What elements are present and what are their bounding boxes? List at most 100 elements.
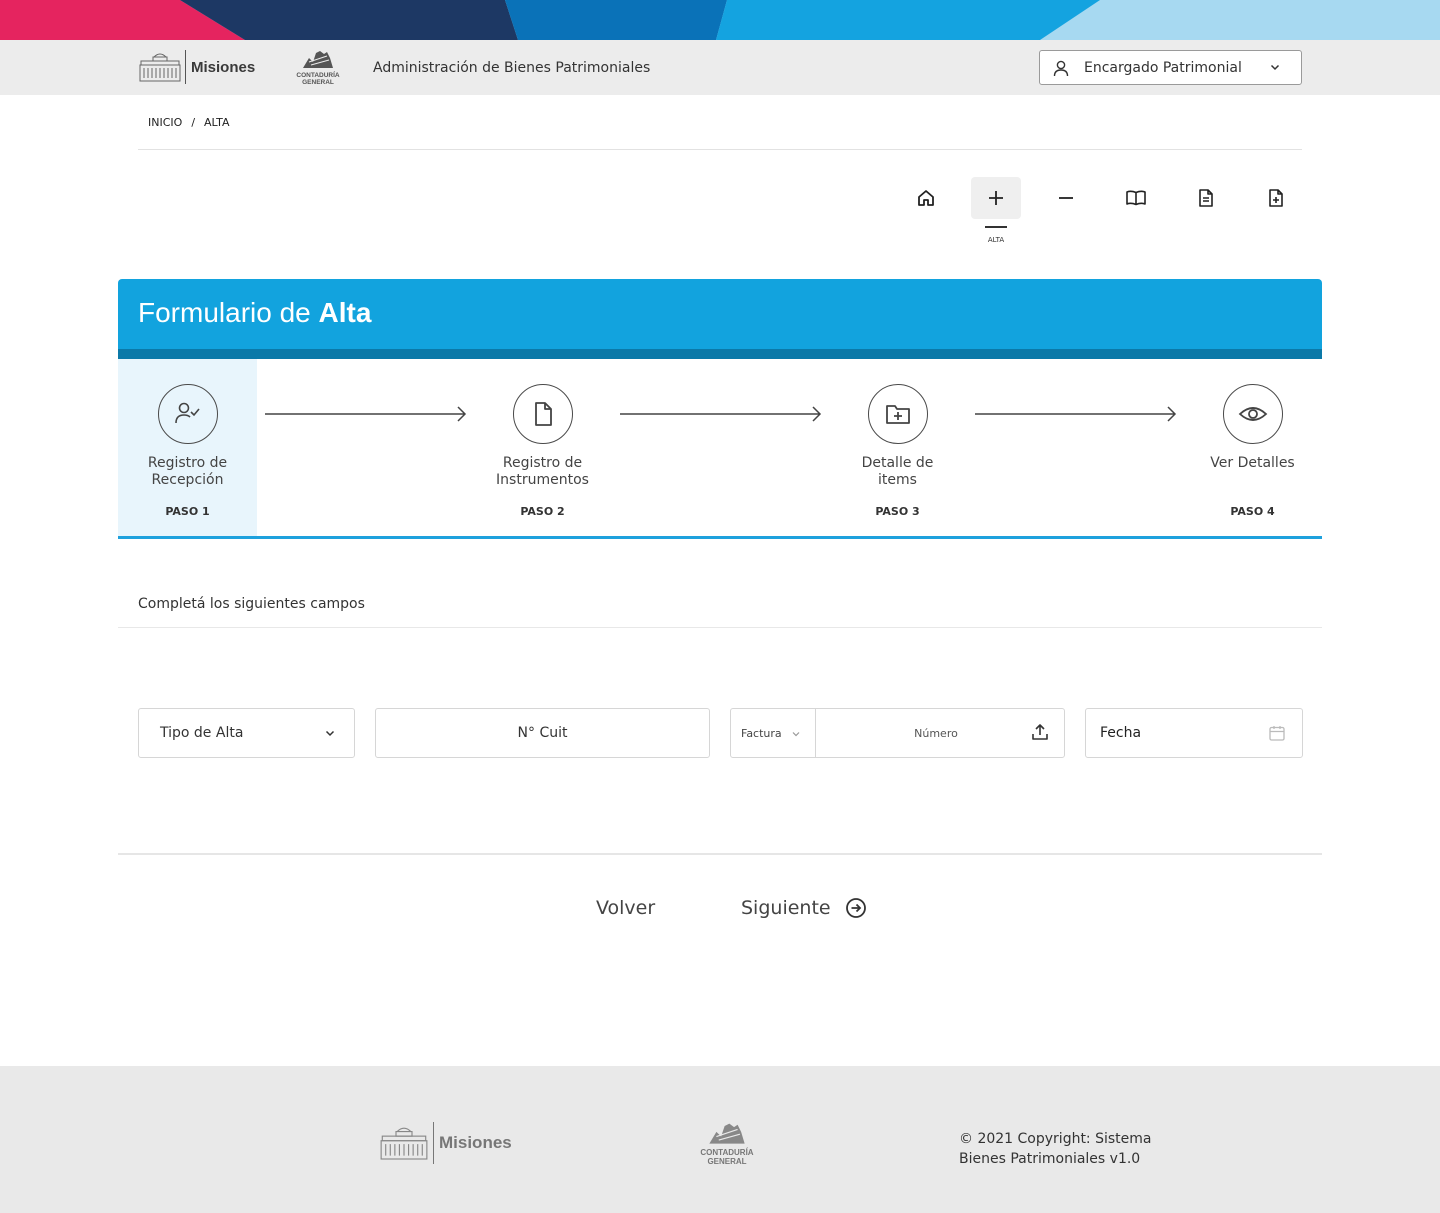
- folder-plus-icon: [886, 405, 910, 424]
- file-plus-icon: [1269, 189, 1283, 207]
- toolbar-active-indicator: [985, 226, 1007, 228]
- misiones-logo[interactable]: Misiones: [139, 49, 255, 85]
- actions-divider: [118, 853, 1322, 855]
- eye-icon: [1238, 407, 1268, 421]
- toolbar-alta-label: ALTA: [987, 236, 1005, 244]
- form-title-prefix: Formulario de: [138, 297, 311, 328]
- fecha-input[interactable]: Fecha: [1085, 708, 1303, 758]
- step-4[interactable]: Ver Detalles PASO 4: [1183, 359, 1322, 536]
- tipo-alta-select[interactable]: Tipo de Alta: [138, 708, 355, 758]
- breadcrumb-home[interactable]: INICIO: [148, 116, 182, 129]
- breadcrumb: INICIO / ALTA: [148, 116, 230, 129]
- upload-icon[interactable]: [1030, 722, 1050, 742]
- contaduria-emblem-icon: [303, 51, 333, 68]
- step-3-circle: [868, 384, 928, 444]
- breadcrumb-divider: [138, 149, 1302, 150]
- copyright-line1: © 2021 Copyright: Sistema: [959, 1131, 1152, 1147]
- calendar-icon[interactable]: [1268, 724, 1286, 742]
- app-title: Administración de Bienes Patrimoniales: [373, 60, 651, 76]
- step-3[interactable]: Detalle de items PASO 3: [828, 359, 967, 536]
- footer-agency-line1: CONTADURÍA: [700, 1148, 754, 1157]
- comprobante-number-input[interactable]: Número: [816, 709, 1056, 757]
- form-header: Formulario de Alta: [118, 279, 1322, 359]
- next-button-label: Siguiente: [741, 897, 831, 919]
- contaduria-emblem-icon: [709, 1123, 745, 1144]
- contaduria-logo[interactable]: CONTADURÍA GENERAL: [292, 50, 344, 86]
- arrow-right-circle-icon: [845, 898, 866, 918]
- step-1-circle: [158, 384, 218, 444]
- cuit-placeholder: N° Cuit: [517, 725, 568, 741]
- step-1[interactable]: Registro de Recepción PASO 1: [118, 359, 257, 536]
- government-building-icon: [380, 1127, 428, 1160]
- step-4-label-line1: Ver Detalles: [1210, 455, 1295, 471]
- agency-line2: GENERAL: [302, 79, 334, 86]
- book-icon: [1126, 190, 1146, 206]
- comprobante-type-select[interactable]: Factura: [731, 709, 816, 757]
- user-role-label: Encargado Patrimonial: [1084, 59, 1242, 76]
- step-1-label: Registro de Recepción: [118, 455, 257, 489]
- fecha-placeholder: Fecha: [1100, 725, 1142, 741]
- step-2-number: PASO 2: [520, 505, 565, 518]
- footer-contaduria-logo: CONTADURÍA GENERAL: [696, 1122, 758, 1166]
- step-3-label-line2: items: [878, 472, 917, 488]
- cuit-input[interactable]: N° Cuit: [375, 708, 710, 758]
- comprobante-type-label: Factura: [741, 726, 782, 740]
- agency-line1: CONTADURÍA: [296, 72, 340, 79]
- footer-agency-line2: GENERAL: [707, 1157, 747, 1166]
- step-2-label-line2: Instrumentos: [496, 472, 589, 488]
- back-button[interactable]: Volver: [596, 897, 655, 919]
- toolbar-alta-button[interactable]: [971, 177, 1021, 219]
- steps-underline: [118, 536, 1322, 539]
- government-building-icon: [139, 53, 181, 82]
- user-icon: [1053, 60, 1069, 76]
- document-icon: [1199, 189, 1213, 207]
- comprobante-number-placeholder: Número: [914, 726, 958, 740]
- user-role-select[interactable]: Encargado Patrimonial: [1039, 50, 1302, 85]
- toolbar-baja-button[interactable]: [1041, 177, 1091, 219]
- step-1-label-line1: Registro de: [147, 455, 228, 471]
- breadcrumb-current: ALTA: [204, 116, 230, 129]
- form-title-bold: Alta: [318, 297, 372, 328]
- step-arrow-3: [975, 406, 1177, 422]
- step-3-number: PASO 3: [875, 505, 920, 518]
- step-2[interactable]: Registro de Instrumentos PASO 2: [473, 359, 612, 536]
- step-arrow-1: [265, 406, 467, 422]
- next-button[interactable]: Siguiente: [741, 897, 867, 919]
- step-3-label-line1: Detalle de: [861, 455, 934, 471]
- toolbar-home-button[interactable]: [901, 177, 951, 219]
- section-divider: [118, 627, 1322, 628]
- chevron-down-icon: [792, 732, 800, 737]
- home-icon: [918, 190, 934, 206]
- wizard-steps: Registro de Recepción PASO 1 Registro de…: [118, 359, 1322, 537]
- minus-icon: [1059, 197, 1073, 199]
- step-arrow-2: [620, 406, 822, 422]
- comprobante-field: Factura Número: [730, 708, 1065, 758]
- form-header-strip: [118, 349, 1322, 359]
- plus-icon: [989, 191, 1003, 205]
- top-color-band: [0, 0, 1440, 40]
- breadcrumb-separator: /: [191, 116, 196, 129]
- form-title: Formulario de Alta: [138, 297, 371, 329]
- step-3-label: Detalle de items: [828, 455, 967, 489]
- toolbar-catalogo-button[interactable]: [1111, 177, 1161, 219]
- toolbar-nuevo-documento-button[interactable]: [1251, 177, 1301, 219]
- step-2-circle: [513, 384, 573, 444]
- footer-misiones-logo: Misiones: [380, 1122, 512, 1164]
- step-1-number: PASO 1: [165, 505, 210, 518]
- chevron-down-icon: [1270, 64, 1280, 71]
- toolbar-documentos-button[interactable]: [1181, 177, 1231, 219]
- copyright-text: © 2021 Copyright: Sistema Bienes Patrimo…: [959, 1129, 1152, 1169]
- file-icon: [535, 402, 552, 426]
- tipo-alta-label: Tipo de Alta: [160, 725, 244, 741]
- step-4-label: Ver Detalles: [1183, 455, 1322, 472]
- step-2-label-line1: Registro de: [502, 455, 583, 471]
- section-title: Completá los siguientes campos: [138, 596, 365, 612]
- step-2-label: Registro de Instrumentos: [473, 455, 612, 489]
- step-4-number: PASO 4: [1230, 505, 1275, 518]
- step-1-label-line2: Recepción: [151, 472, 224, 488]
- step-4-circle: [1223, 384, 1283, 444]
- chevron-down-icon: [325, 730, 335, 737]
- footer-brand-name: Misiones: [439, 1133, 512, 1152]
- footer-logo-divider: [433, 1122, 434, 1164]
- copyright-line2: Bienes Patrimoniales v1.0: [959, 1151, 1141, 1167]
